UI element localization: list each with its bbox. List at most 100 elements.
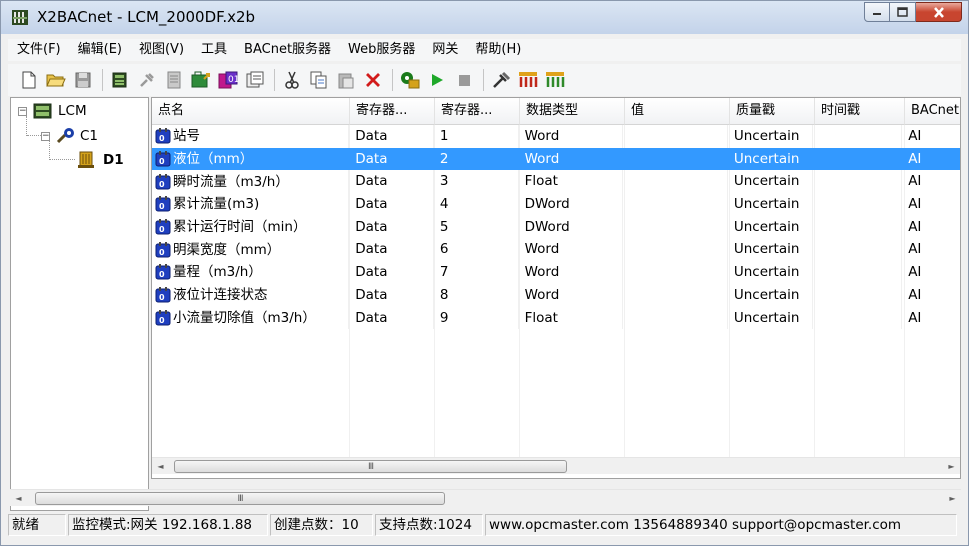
tree-node-lcm[interactable]: − LCM bbox=[18, 103, 87, 119]
cell-quality: Uncertain bbox=[728, 261, 813, 284]
menu-edit[interactable]: 编辑(E) bbox=[69, 39, 130, 61]
cell-data-type: Word bbox=[519, 147, 624, 171]
menu-tools[interactable]: 工具 bbox=[192, 39, 235, 61]
menu-view[interactable]: 视图(V) bbox=[130, 39, 192, 61]
table-row[interactable]: 0 站号 Data 1 Word Uncertain AI bbox=[152, 125, 960, 148]
save-button[interactable] bbox=[72, 69, 94, 91]
tree-node-d1[interactable]: D1 bbox=[77, 151, 124, 169]
tools-button[interactable] bbox=[490, 69, 512, 91]
bacnet-button[interactable] bbox=[517, 69, 539, 91]
column-header-name[interactable]: 点名 bbox=[152, 98, 350, 125]
menu-help[interactable]: 帮助(H) bbox=[466, 39, 529, 61]
device-tree[interactable]: − LCM − C1 D1 bbox=[10, 97, 149, 511]
new-button[interactable] bbox=[18, 69, 40, 91]
copy-button[interactable] bbox=[308, 69, 330, 91]
cell-value bbox=[623, 238, 728, 262]
cell-bacnet: AI bbox=[902, 238, 960, 261]
minimize-icon bbox=[873, 13, 881, 15]
minimize-button[interactable] bbox=[864, 2, 890, 22]
maximize-button[interactable] bbox=[890, 2, 916, 22]
menu-gateway[interactable]: 网关 bbox=[423, 39, 466, 61]
link-icon bbox=[140, 73, 154, 87]
start-icon bbox=[432, 74, 443, 86]
cell-value bbox=[623, 306, 728, 330]
tree-node-c1[interactable]: − C1 bbox=[41, 127, 98, 145]
status-ready: 就绪 bbox=[8, 514, 66, 536]
table-hscrollbar[interactable]: ◄ III ► bbox=[152, 457, 960, 474]
bacnet-icon bbox=[519, 72, 538, 87]
main-hscrollbar[interactable]: ◄ III ► bbox=[10, 489, 961, 506]
column-header-quality[interactable]: 质量戳 bbox=[730, 98, 815, 125]
scroll-right-button[interactable]: ► bbox=[943, 458, 960, 475]
open-button[interactable] bbox=[45, 69, 67, 91]
column-header-data-type[interactable]: 数据类型 bbox=[520, 98, 625, 125]
cell-register-type: Data bbox=[349, 193, 434, 216]
scroll-left-button[interactable]: ◄ bbox=[10, 490, 27, 507]
properties-button[interactable] bbox=[163, 69, 185, 91]
cell-quality: Uncertain bbox=[728, 170, 813, 194]
tools-icon bbox=[493, 71, 511, 88]
copy-props-button[interactable] bbox=[244, 69, 266, 91]
tree-expander[interactable]: − bbox=[41, 131, 50, 141]
cell-data-type: DWord bbox=[519, 193, 624, 216]
status-supported-points: 支持点数:1024 bbox=[375, 514, 483, 536]
start-button[interactable] bbox=[426, 69, 448, 91]
cell-value bbox=[623, 283, 728, 307]
table-row[interactable]: 0 小流量切除值（m3/h） Data 9 Float Uncertain AI bbox=[152, 306, 960, 330]
scroll-thumb[interactable]: III bbox=[174, 460, 567, 473]
cell-quality: Uncertain bbox=[728, 238, 813, 262]
table-row[interactable]: 0 液位计连接状态 Data 8 Word Uncertain AI bbox=[152, 283, 960, 307]
table-row[interactable]: 0 量程（m3/h） Data 7 Word Uncertain AI bbox=[152, 261, 960, 284]
cell-point-name: 0 站号 bbox=[152, 125, 350, 148]
table-body: 0 站号 Data 1 Word Uncertain AI 0 液位（mm） Data 2 Word U… bbox=[152, 125, 960, 330]
stop-button[interactable] bbox=[453, 69, 475, 91]
web-button[interactable] bbox=[544, 69, 566, 91]
table-row[interactable]: 0 累计运行时间（min） Data 5 DWord Uncertain AI bbox=[152, 215, 960, 239]
cell-timestamp bbox=[813, 215, 903, 239]
svg-text:0: 0 bbox=[159, 225, 165, 234]
scroll-thumb[interactable]: III bbox=[35, 492, 445, 505]
column-header-register-address[interactable]: 寄存器... bbox=[435, 98, 520, 125]
run-config-button[interactable] bbox=[399, 69, 421, 91]
add-device-button[interactable] bbox=[109, 69, 131, 91]
delete-icon bbox=[366, 73, 380, 87]
menu-bacnet-server[interactable]: BACnet服务器 bbox=[235, 39, 339, 61]
cell-register-type: Data bbox=[349, 170, 434, 194]
cell-register-address: 3 bbox=[434, 170, 519, 194]
column-header-timestamp[interactable]: 时间戳 bbox=[815, 98, 905, 125]
add-tag-button[interactable]: 01 bbox=[217, 69, 239, 91]
column-header-value[interactable]: 值 bbox=[625, 98, 730, 125]
cut-button[interactable] bbox=[281, 69, 303, 91]
cell-point-name: 0 小流量切除值（m3/h） bbox=[152, 306, 350, 330]
tree-line bbox=[27, 135, 41, 136]
svg-text:0: 0 bbox=[159, 157, 165, 166]
add-group-button[interactable] bbox=[190, 69, 212, 91]
column-header-bacnet[interactable]: BACnet bbox=[905, 98, 960, 125]
status-created-points: 创建点数：10 bbox=[270, 514, 373, 536]
link-button[interactable] bbox=[136, 69, 158, 91]
stop-icon bbox=[459, 75, 470, 86]
computer-icon bbox=[33, 103, 52, 119]
paste-icon bbox=[338, 73, 354, 89]
title-bar[interactable]: X2BACnet - LCM_2000DF.x2b bbox=[1, 1, 968, 34]
tag-icon: 0 bbox=[155, 196, 171, 212]
menu-file[interactable]: 文件(F) bbox=[8, 39, 69, 61]
column-header-register-type[interactable]: 寄存器... bbox=[350, 98, 435, 125]
scroll-right-button[interactable]: ► bbox=[944, 490, 961, 507]
tree-expander[interactable]: − bbox=[18, 106, 27, 116]
table-row[interactable]: 0 液位（mm） Data 2 Word Uncertain AI bbox=[152, 147, 960, 171]
close-button[interactable] bbox=[916, 2, 962, 22]
cell-point-name: 0 明渠宽度（mm） bbox=[152, 238, 350, 262]
table-row[interactable]: 0 累计流量(m3) Data 4 DWord Uncertain AI bbox=[152, 193, 960, 216]
toolbar: 01 bbox=[8, 64, 961, 96]
menu-web-server[interactable]: Web服务器 bbox=[339, 39, 423, 61]
scroll-left-button[interactable]: ◄ bbox=[152, 458, 169, 475]
delete-button[interactable] bbox=[362, 69, 384, 91]
table-row[interactable]: 0 瞬时流量（m3/h） Data 3 Float Uncertain AI bbox=[152, 170, 960, 194]
toolbar-separator bbox=[102, 69, 103, 91]
cell-register-type: Data bbox=[349, 306, 434, 330]
cell-point-name: 0 累计流量(m3) bbox=[152, 193, 350, 216]
paste-button[interactable] bbox=[335, 69, 357, 91]
table-row[interactable]: 0 明渠宽度（mm） Data 6 Word Uncertain AI bbox=[152, 238, 960, 262]
cell-quality: Uncertain bbox=[728, 193, 813, 216]
